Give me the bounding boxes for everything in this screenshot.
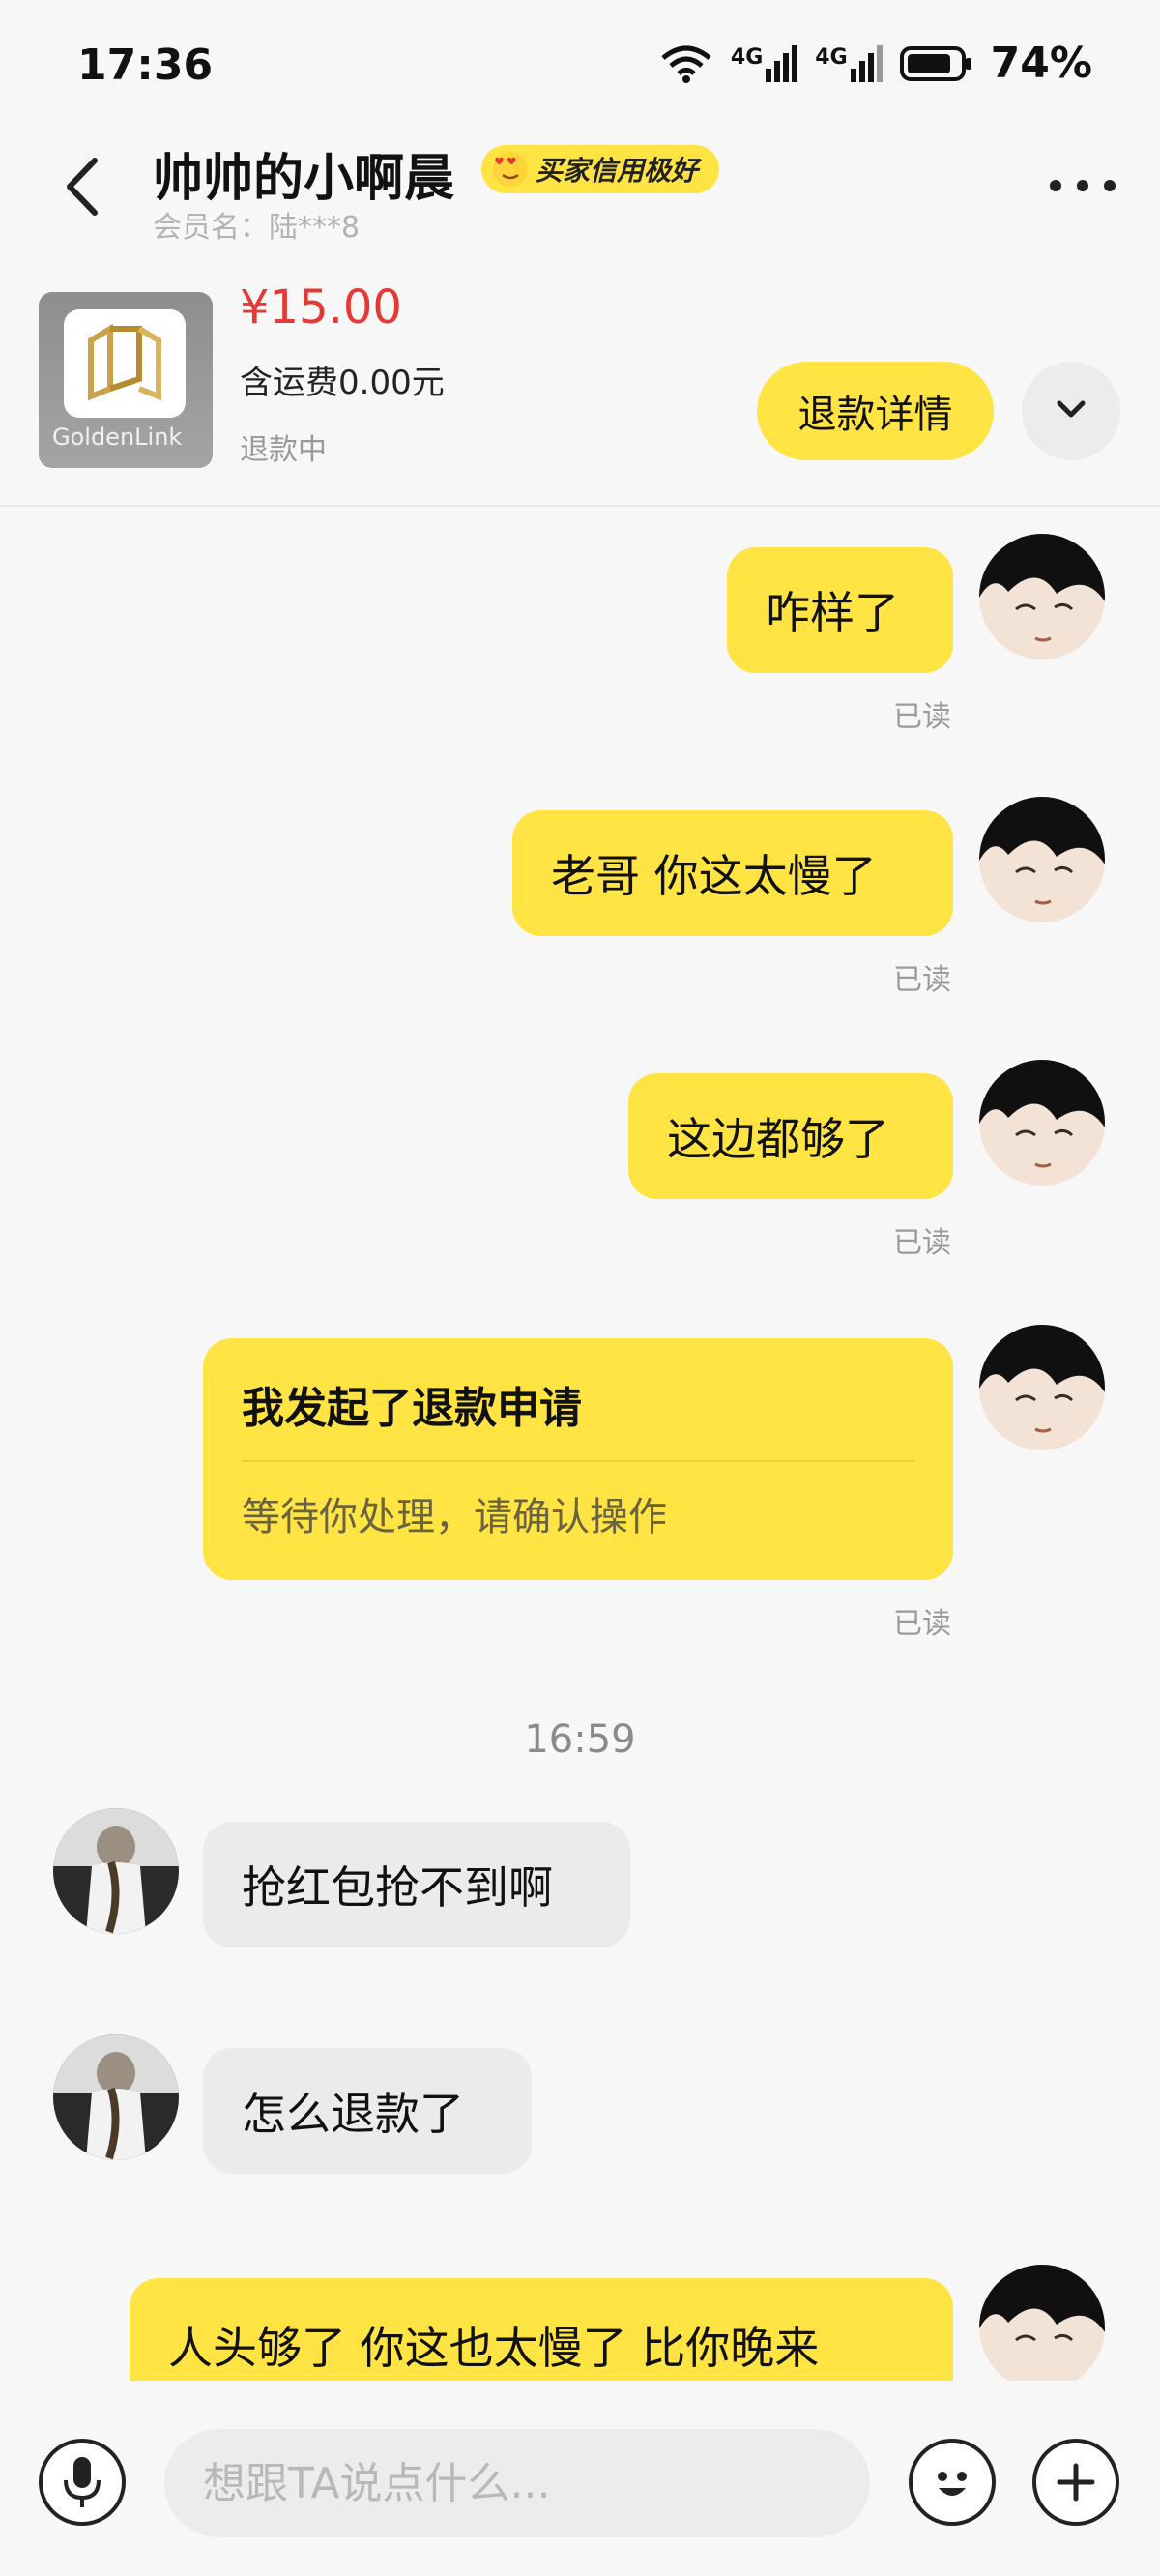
status-bar: 17:36 4G 4G 74%	[0, 0, 1160, 135]
message-bubble-sent[interactable]: 这边都够了	[628, 1073, 953, 1199]
voice-button[interactable]	[39, 2439, 126, 2526]
plus-icon	[1057, 2463, 1095, 2502]
header-divider	[0, 505, 1160, 507]
my-avatar[interactable]	[979, 2265, 1105, 2381]
back-arrow-icon[interactable]	[56, 153, 114, 220]
message-text: 抢红包抢不到啊	[242, 1861, 553, 1914]
message-bubble-received[interactable]: 怎么退款了	[203, 2048, 532, 2174]
more-actions-button[interactable]	[1032, 2439, 1119, 2526]
refund-card-title: 我发起了退款申请	[242, 1384, 582, 1433]
read-receipt: 已读	[893, 700, 951, 734]
status-icons: 4G 4G 74%	[659, 39, 1092, 88]
message-text: 咋样了	[766, 587, 899, 639]
person-back-avatar-icon	[53, 1808, 179, 1934]
message-bubble-sent[interactable]: 咋样了	[727, 547, 953, 673]
chevron-down-icon	[1057, 400, 1086, 417]
message-text: 这边都够了	[667, 1113, 889, 1165]
expand-button[interactable]	[1022, 362, 1120, 460]
battery-percent: 74%	[990, 39, 1092, 88]
status-time: 17:36	[77, 41, 214, 90]
goldenlink-logo-icon	[88, 323, 161, 401]
anime-boy-avatar-icon	[979, 534, 1105, 659]
my-avatar[interactable]	[979, 797, 1105, 922]
refund-details-button[interactable]: 退款详情	[757, 362, 994, 460]
refund-request-card[interactable]: 我发起了退款申请 等待你处理，请确认操作	[203, 1338, 953, 1580]
my-avatar[interactable]	[979, 534, 1105, 659]
battery-icon	[899, 45, 972, 81]
microphone-icon	[64, 2457, 101, 2507]
read-receipt: 已读	[893, 963, 951, 997]
anime-boy-avatar-icon	[979, 1060, 1105, 1186]
shipping-info: 含运费0.00元	[240, 364, 445, 402]
product-price: ¥15.00	[240, 280, 402, 335]
refund-card-divider	[242, 1460, 914, 1462]
message-text: 老哥 你这太慢了	[551, 850, 877, 902]
message-text: 人头够了 你这也太慢了 比你晚来	[168, 2322, 820, 2374]
contact-avatar[interactable]	[53, 1808, 179, 1934]
message-text: 怎么退款了	[242, 2088, 464, 2140]
product-brand: GoldenLink	[52, 424, 183, 451]
message-bubble-sent[interactable]: 老哥 你这太慢了	[512, 810, 953, 936]
anime-boy-avatar-icon	[979, 2265, 1105, 2381]
message-bubble-received[interactable]: 抢红包抢不到啊	[203, 1822, 630, 1947]
my-avatar[interactable]	[979, 1060, 1105, 1186]
signal-1-icon: 4G	[730, 44, 798, 82]
signal-2-icon: 4G	[815, 44, 883, 82]
chat-title[interactable]: 帅帅的小啊晨	[153, 137, 454, 210]
time-separator: 16:59	[524, 1717, 636, 1762]
read-receipt: 已读	[893, 1226, 951, 1260]
order-status: 退款中	[240, 433, 327, 467]
network-type-2: 4G	[815, 44, 848, 70]
heart-eyes-emoji-icon	[493, 152, 528, 187]
credit-badge-label: 买家信用极好	[536, 155, 699, 187]
credit-badge: 买家信用极好	[481, 145, 720, 193]
message-clip-area: 人头够了 你这也太慢了 比你晚来	[0, 2263, 1160, 2381]
my-avatar[interactable]	[979, 1325, 1105, 1450]
message-bubble-sent[interactable]: 人头够了 你这也太慢了 比你晚来	[130, 2278, 953, 2381]
message-input[interactable]	[164, 2429, 870, 2537]
refund-card-subtitle: 等待你处理，请确认操作	[242, 1495, 667, 1539]
more-options-icon[interactable]	[1044, 166, 1121, 205]
person-back-avatar-icon	[53, 2034, 179, 2160]
read-receipt: 已读	[893, 1607, 951, 1641]
contact-avatar[interactable]	[53, 2034, 179, 2160]
anime-boy-avatar-icon	[979, 1325, 1105, 1450]
product-thumbnail[interactable]: GoldenLink	[39, 292, 213, 468]
anime-boy-avatar-icon	[979, 797, 1105, 922]
emoji-button[interactable]	[909, 2439, 996, 2526]
wifi-icon	[661, 45, 711, 83]
network-type-1: 4G	[730, 44, 764, 70]
member-name: 会员名：陆***8	[153, 211, 361, 245]
smiley-icon	[938, 2472, 967, 2496]
